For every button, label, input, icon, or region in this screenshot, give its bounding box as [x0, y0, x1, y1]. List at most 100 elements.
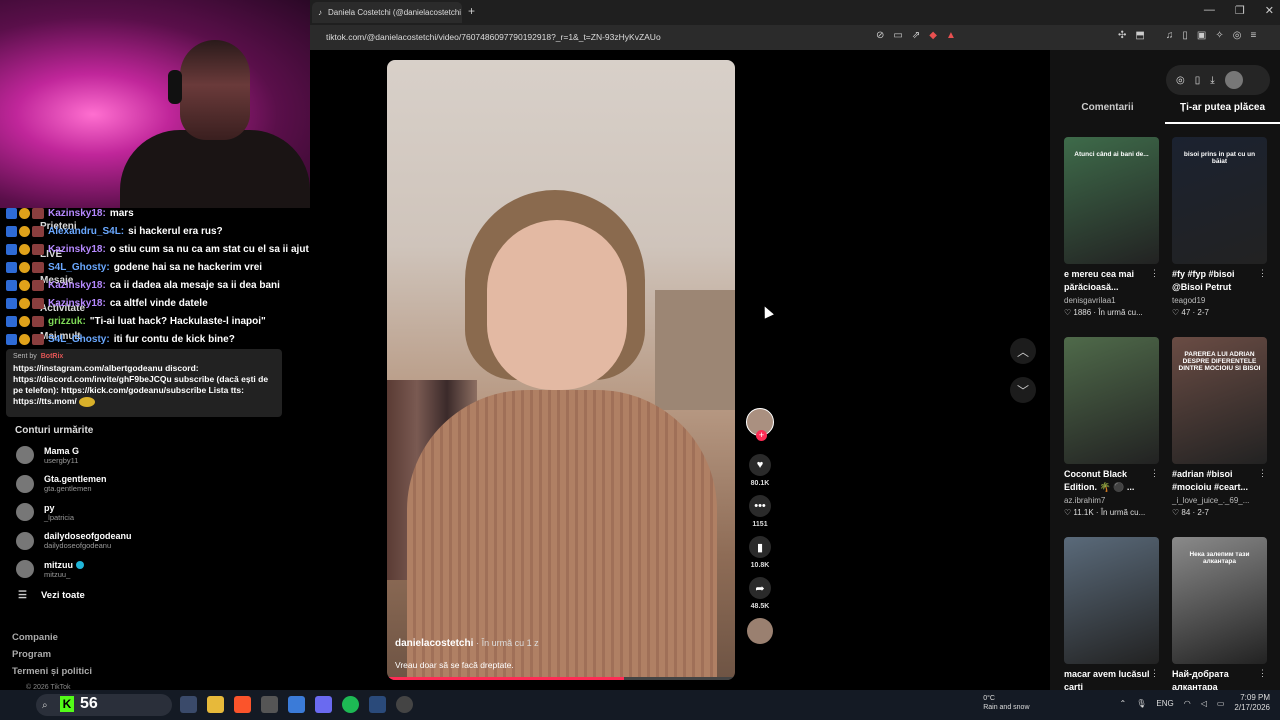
share-icon[interactable]: ⇗: [912, 30, 920, 41]
card-title[interactable]: Coconut Black Edition. 🌴 ⚫ ...: [1064, 468, 1159, 494]
heart-icon[interactable]: ♥: [749, 454, 771, 476]
card-user[interactable]: az.ibrahim7: [1064, 496, 1159, 505]
store-icon[interactable]: [288, 696, 305, 713]
compass-icon[interactable]: ◎: [1176, 75, 1185, 86]
followed-account[interactable]: Mama Gusergby11: [0, 441, 310, 470]
chat-username[interactable]: Kazinsky18:: [48, 280, 106, 291]
minimize-button[interactable]: —: [1204, 4, 1215, 17]
mic-icon[interactable]: 🎙: [1136, 699, 1146, 708]
spotify-icon[interactable]: [342, 696, 359, 713]
menu-icon[interactable]: ≡: [1250, 30, 1256, 41]
language-indicator[interactable]: ENG: [1156, 699, 1173, 708]
puzzle-icon[interactable]: ⬒: [1135, 30, 1144, 41]
sound-avatar[interactable]: [747, 618, 773, 644]
video-player[interactable]: danielacostetchi · În urmă cu 1 z Vreau …: [387, 60, 735, 680]
comment-action[interactable]: ••• 1151: [744, 495, 776, 528]
chat-username[interactable]: Kazinsky18:: [48, 244, 106, 255]
chat-username[interactable]: S4L_Ghosty:: [48, 334, 110, 345]
followed-account[interactable]: mitzuu mitzuu_: [0, 555, 310, 584]
discord-icon[interactable]: [315, 696, 332, 713]
clock[interactable]: 7:09 PM 2/17/2026: [1234, 693, 1270, 713]
footer-link-terms[interactable]: Termeni și politici: [12, 666, 92, 683]
next-video-button[interactable]: ﹀: [1010, 377, 1036, 403]
more-options-icon[interactable]: ⋮: [1258, 268, 1267, 279]
share-arrow-icon[interactable]: ➦: [749, 577, 771, 599]
share-action[interactable]: ➦ 48.5K: [744, 577, 776, 610]
chat-username[interactable]: Kazinsky18:: [48, 298, 106, 309]
more-options-icon[interactable]: ⋮: [1150, 668, 1159, 679]
taskbar-search[interactable]: ⌕: [36, 694, 172, 716]
footer-link-program[interactable]: Program: [12, 649, 92, 666]
obs-icon[interactable]: [396, 696, 413, 713]
card-user[interactable]: denisgavrilaa1: [1064, 296, 1159, 305]
previous-video-button[interactable]: ︿: [1010, 338, 1036, 364]
wallet-icon[interactable]: ▣: [1197, 30, 1206, 41]
video-thumbnail[interactable]: [1064, 537, 1159, 664]
card-title[interactable]: #fy #fyp #bisoi @Bisoi Petrut: [1172, 268, 1267, 294]
user-avatar[interactable]: [1224, 71, 1243, 89]
recommended-video-card[interactable]: PAREREA LUI ADRIAN DESPRE DIFERENTELE DI…: [1172, 337, 1267, 517]
music-icon[interactable]: ♫: [1166, 30, 1174, 41]
more-options-icon[interactable]: ⋮: [1258, 668, 1267, 679]
leo-icon[interactable]: ✧: [1215, 30, 1223, 41]
video-author[interactable]: danielacostetchi: [395, 638, 473, 649]
video-thumbnail[interactable]: Нека залепим тази алкантара: [1172, 537, 1267, 664]
extensions-icon[interactable]: ✣: [1118, 30, 1126, 41]
recommended-video-card[interactable]: macar avem lucăsul carti ⋮: [1064, 537, 1159, 697]
chat-username[interactable]: Kazinsky18:: [48, 208, 106, 219]
recommended-video-card[interactable]: Coconut Black Edition. 🌴 ⚫ ... az.ibrahim…: [1064, 337, 1159, 517]
file-explorer-icon[interactable]: [207, 696, 224, 713]
chat-username[interactable]: S4L_Ghosty:: [48, 262, 110, 273]
steam-icon[interactable]: [369, 696, 386, 713]
maximize-button[interactable]: ❐: [1235, 4, 1245, 17]
download-icon[interactable]: ⤓: [1210, 75, 1214, 86]
tab-recommended[interactable]: Ți-ar putea plăcea: [1165, 102, 1280, 124]
url-field[interactable]: tiktok.com/@danielacostetchi/video/76074…: [326, 32, 661, 42]
save-action[interactable]: ▮ 10.8K: [744, 536, 776, 569]
card-user[interactable]: teagod19: [1172, 296, 1267, 305]
followed-account[interactable]: Gta.gentlemen gta.gentlemen: [0, 470, 310, 499]
video-thumbnail[interactable]: PAREREA LUI ADRIAN DESPRE DIFERENTELE DI…: [1172, 337, 1267, 464]
video-thumbnail[interactable]: bisoi prins in pat cu un băiat: [1172, 137, 1267, 264]
sidebar-icon[interactable]: ▯: [1182, 30, 1188, 41]
chat-username[interactable]: Alexandru_S4L:: [48, 226, 124, 237]
followed-account[interactable]: py _lpatricia: [0, 498, 310, 527]
new-tab-button[interactable]: +: [468, 4, 475, 18]
video-thumbnail[interactable]: Atunci când ai bani de...: [1064, 137, 1159, 264]
task-view-icon[interactable]: [180, 696, 197, 713]
mute-icon[interactable]: ⊘: [876, 30, 884, 41]
cast-icon[interactable]: ▭: [893, 30, 902, 41]
more-options-icon[interactable]: ⋮: [1150, 468, 1159, 479]
tab-comments[interactable]: Comentarii: [1050, 102, 1165, 124]
more-options-icon[interactable]: ⋮: [1258, 468, 1267, 479]
brave-rewards-icon[interactable]: ▲: [946, 30, 956, 41]
creator-avatar[interactable]: +: [746, 408, 774, 441]
video-progress-bar[interactable]: [387, 677, 735, 680]
recommended-video-card[interactable]: Atunci când ai bani de... e mereu cea mai…: [1064, 137, 1159, 317]
phone-icon[interactable]: ▯: [1195, 75, 1201, 86]
recommended-video-card[interactable]: bisoi prins in pat cu un băiat #fy #fyp #…: [1172, 137, 1267, 317]
chevron-up-icon[interactable]: ⌃: [1120, 699, 1127, 708]
chat-username[interactable]: grizzuk:: [48, 316, 86, 327]
weather-widget[interactable]: 0°C Rain and snow: [983, 694, 1029, 712]
wifi-icon[interactable]: ◠: [1184, 699, 1191, 708]
followed-account[interactable]: dailydoseofgodeanu dailydoseofgodeanu: [0, 527, 310, 556]
card-user[interactable]: _i_love_juice_._69_...: [1172, 496, 1267, 505]
bookmark-icon[interactable]: ▮: [749, 536, 771, 558]
brave-shield-icon[interactable]: ◆: [929, 30, 937, 41]
see-all-link[interactable]: ☰ Vezi toate: [0, 584, 310, 608]
app-icon[interactable]: [261, 696, 278, 713]
volume-icon[interactable]: ◁: [1201, 699, 1207, 708]
like-action[interactable]: ♥ 80.1K: [744, 454, 776, 487]
more-options-icon[interactable]: ⋮: [1150, 268, 1159, 279]
close-button[interactable]: ✕: [1265, 4, 1274, 17]
card-title[interactable]: #adrian #bisoi #mocioiu #ceart...: [1172, 468, 1267, 494]
card-title[interactable]: e mereu cea mai părăcioasă...: [1064, 268, 1159, 294]
browser-tab[interactable]: ♪ Daniela Costetchi (@danielacostetchi: [312, 2, 462, 23]
comment-icon[interactable]: •••: [749, 495, 771, 517]
follow-plus-icon[interactable]: +: [756, 430, 767, 441]
footer-link-company[interactable]: Companie: [12, 632, 92, 649]
vpn-icon[interactable]: ◎: [1233, 30, 1242, 41]
recommended-video-card[interactable]: Нека залепим тази алкантара Най-добрата а…: [1172, 537, 1267, 697]
battery-icon[interactable]: ▭: [1217, 699, 1225, 708]
